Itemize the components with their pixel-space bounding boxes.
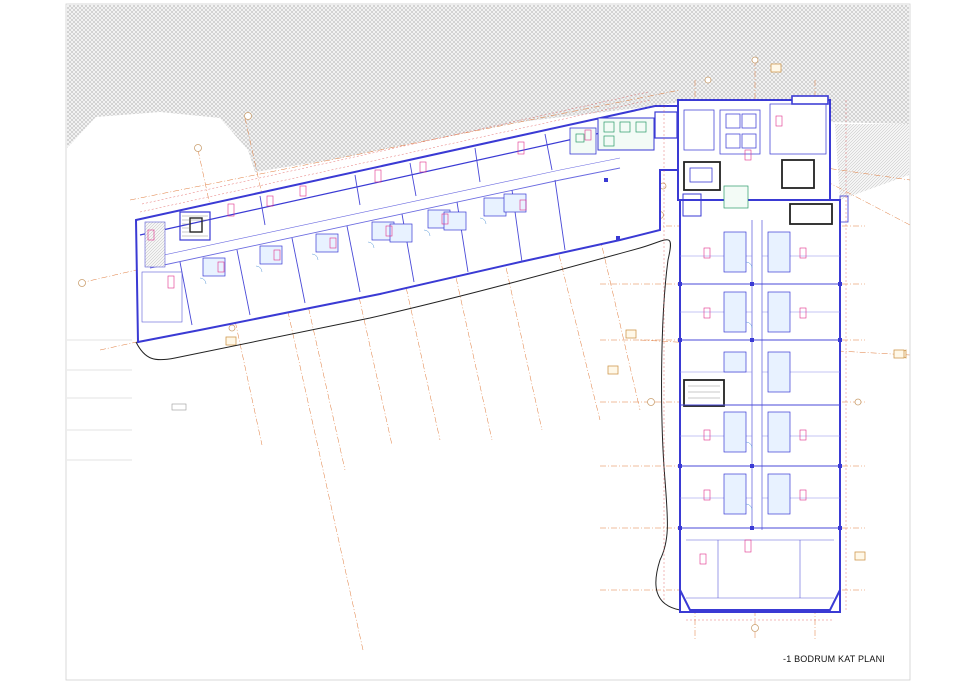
context-lines [67,339,187,461]
plan-title: -1 BODRUM KAT PLANI [783,654,885,664]
floor-plan-drawing [65,3,911,681]
